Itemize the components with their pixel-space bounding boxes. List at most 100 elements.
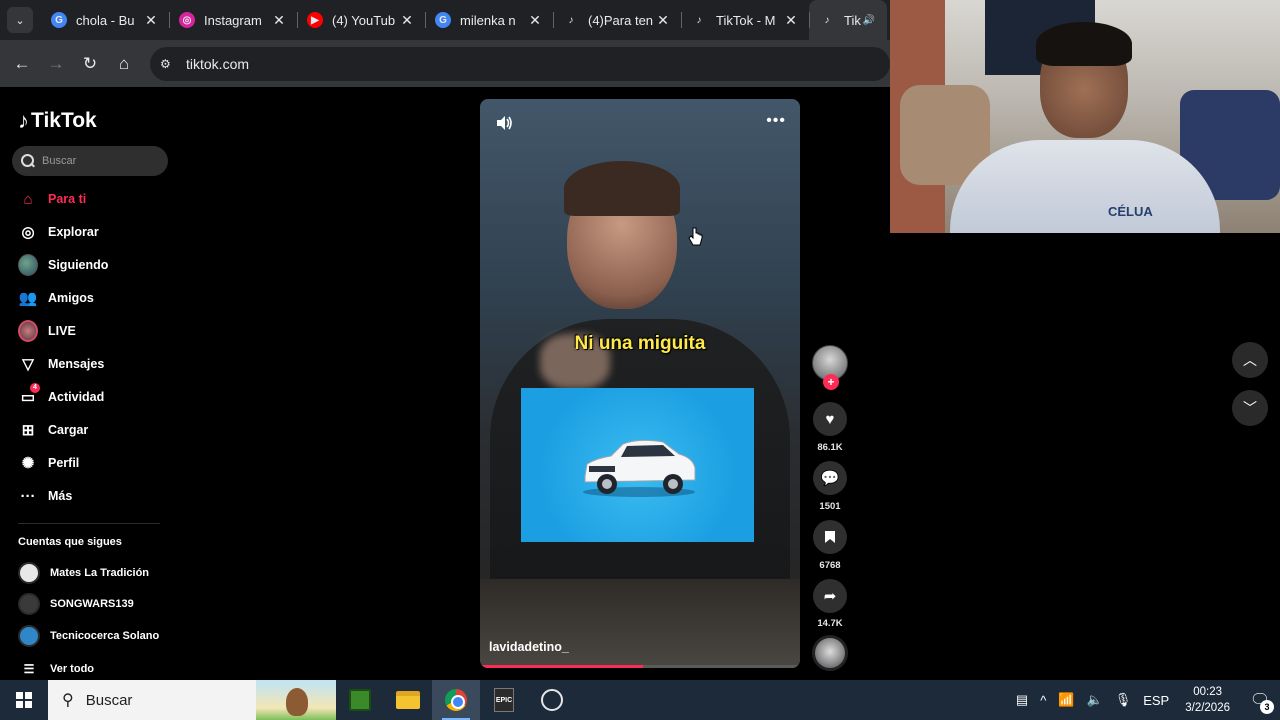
search-icon: [21, 154, 35, 168]
tab-search-button[interactable]: ⌄: [7, 7, 33, 33]
search-input[interactable]: Buscar: [12, 146, 168, 176]
forward-button[interactable]: →: [44, 52, 68, 76]
previous-video-button[interactable]: ︿: [1232, 342, 1268, 378]
sidebar-item-perfil[interactable]: ✺ Perfil: [18, 450, 168, 476]
sidebar-item-label: Para ti: [48, 192, 87, 206]
sidebar-item-label: Siguiendo: [48, 258, 109, 272]
address-url: tiktok.com: [186, 55, 250, 72]
back-button[interactable]: ←: [10, 52, 34, 76]
sidebar-item-label: Mensajes: [48, 357, 105, 371]
live-icon: [18, 320, 38, 342]
like-button[interactable]: ♥: [813, 402, 847, 436]
taskbar-search-placeholder: Buscar: [85, 691, 133, 709]
browser-tab-title: milenka n: [460, 12, 516, 28]
start-button[interactable]: [0, 680, 48, 720]
taskbar-minecraft[interactable]: [336, 680, 384, 720]
see-all-link[interactable]: ☰ Ver todo: [18, 658, 94, 680]
sidebar-item-actividad[interactable]: ▭ 4 Actividad: [18, 383, 168, 410]
following-account[interactable]: Mates La Tradición: [18, 562, 149, 584]
sidebar-item-siguiendo[interactable]: Siguiendo: [18, 252, 168, 278]
browser-tab[interactable]: ◎ Instagram ✕: [169, 0, 297, 40]
profile-icon: ✺: [21, 455, 35, 472]
search-placeholder: Buscar: [42, 155, 77, 167]
tray-chevron-up-icon[interactable]: ^: [1034, 680, 1052, 720]
save-count: 6768: [819, 560, 841, 571]
chevron-up-icon: ︿: [1243, 352, 1257, 368]
shirt-print-text: CÉLUA: [1108, 204, 1153, 219]
sidebar-item-label: Amigos: [48, 291, 94, 305]
taskbar-obs[interactable]: [528, 680, 576, 720]
sidebar-item-amigos[interactable]: 👥 Amigos: [18, 285, 168, 311]
tab-audio-icon[interactable]: 🔊: [861, 15, 877, 26]
browser-tab-title: TikTok: [844, 12, 861, 28]
sidebar-item-ms[interactable]: ··· Más: [18, 483, 168, 509]
system-tray: ▤ ^ 📶 🔈 🎙 ESP 00:23 3/2/2026 🗨 3: [1010, 680, 1280, 720]
clock[interactable]: 00:23 3/2/2026: [1175, 684, 1240, 716]
browser-tab[interactable]: Gchola - Bu ✕: [41, 0, 169, 40]
tiktok-note-icon: ♪: [18, 108, 29, 133]
wifi-icon[interactable]: 📶: [1052, 680, 1080, 720]
site-info-icon[interactable]: ⚙: [160, 57, 178, 71]
save-button[interactable]: [813, 520, 847, 554]
volume-icon[interactable]: [494, 113, 514, 133]
home-icon: ⌂: [23, 190, 33, 208]
speaker-icon[interactable]: 🔈: [1081, 680, 1109, 720]
avatar: [18, 593, 40, 615]
taskbar-epic-games[interactable]: EPIC: [480, 680, 528, 720]
taskbar-file-explorer[interactable]: [384, 680, 432, 720]
sidebar-item-mensajes[interactable]: ▽ Mensajes: [18, 351, 168, 377]
browser-tab[interactable]: ♪ TikTok🔊: [809, 0, 887, 40]
language-indicator[interactable]: ESP: [1137, 680, 1175, 720]
close-icon[interactable]: ✕: [271, 12, 287, 29]
taskbar-chrome[interactable]: [432, 680, 480, 720]
tiktok-icon: ♪: [696, 14, 702, 26]
home-button[interactable]: ⌂: [112, 52, 136, 76]
more-icon: ···: [20, 487, 36, 505]
close-icon[interactable]: ✕: [783, 12, 799, 29]
share-button[interactable]: ➦: [813, 579, 847, 613]
following-account[interactable]: SONGWARS139: [18, 593, 134, 615]
video-player[interactable]: Ni una miguita ••• lavidadetino_: [480, 99, 800, 668]
follow-plus-icon[interactable]: +: [823, 374, 839, 390]
google-icon: G: [435, 12, 451, 28]
more-options-icon[interactable]: •••: [766, 112, 786, 130]
tiktok-icon: ♪: [824, 14, 830, 26]
sidebar-item-explorar[interactable]: ◎ Explorar: [18, 219, 168, 245]
close-icon[interactable]: ✕: [527, 12, 543, 29]
notification-center-button[interactable]: 🗨 3: [1240, 680, 1280, 720]
see-all-label: Ver todo: [50, 663, 95, 675]
bookmark-icon: [825, 531, 835, 543]
news-widget-icon[interactable]: ▤: [1010, 680, 1034, 720]
browser-tab[interactable]: ♪ (4)Para ten ✕: [553, 0, 681, 40]
activity-badge: 4: [30, 383, 40, 393]
next-video-button[interactable]: ﹀: [1232, 390, 1268, 426]
heart-icon: ♥: [825, 410, 835, 428]
activity-icon: ▭ 4: [18, 383, 40, 407]
music-disc[interactable]: [812, 635, 848, 671]
tiktok-sidebar: ♪ TikTok Buscar ⌂ Para ti ◎ Explorar Siguien…: [0, 88, 180, 680]
browser-tab[interactable]: ▶ (4) YouTub ✕: [297, 0, 425, 40]
browser-tab[interactable]: ♪ TikTok - M ✕: [681, 0, 809, 40]
sidebar-item-parati[interactable]: ⌂ Para ti: [18, 186, 168, 212]
browser-tab[interactable]: Gmilenka n ✕: [425, 0, 553, 40]
webcam-person-hair: [1036, 22, 1132, 66]
taskbar-search[interactable]: ⚲ Buscar: [48, 680, 336, 720]
following-account[interactable]: Tecnicocerca Solano: [18, 625, 159, 647]
reload-button[interactable]: ↻: [78, 52, 102, 76]
close-icon[interactable]: ✕: [143, 12, 159, 29]
clock-date: 3/2/2026: [1185, 702, 1230, 714]
address-bar[interactable]: ⚙ tiktok.com: [150, 46, 890, 81]
close-icon[interactable]: ✕: [655, 12, 671, 29]
tiktok-logo[interactable]: ♪ TikTok: [18, 108, 97, 134]
sidebar-item-live[interactable]: LIVE: [18, 318, 168, 344]
sidebar-item-cargar[interactable]: ⊞ Cargar: [18, 417, 168, 443]
following-avatar-icon: [18, 254, 38, 276]
taskbar-search-icon: ⚲: [62, 692, 74, 709]
tab-list: Gchola - Bu ✕ ◎ Instagram ✕ ▶ (4) YouTub ✕ Gmile…: [41, 0, 887, 40]
video-progress-bar[interactable]: [480, 665, 800, 668]
microphone-icon[interactable]: 🎙: [1109, 680, 1138, 720]
video-author[interactable]: lavidadetino_: [489, 640, 569, 654]
comment-button[interactable]: 💬: [813, 461, 847, 495]
comment-count: 1501: [819, 501, 841, 512]
close-icon[interactable]: ✕: [399, 12, 415, 29]
